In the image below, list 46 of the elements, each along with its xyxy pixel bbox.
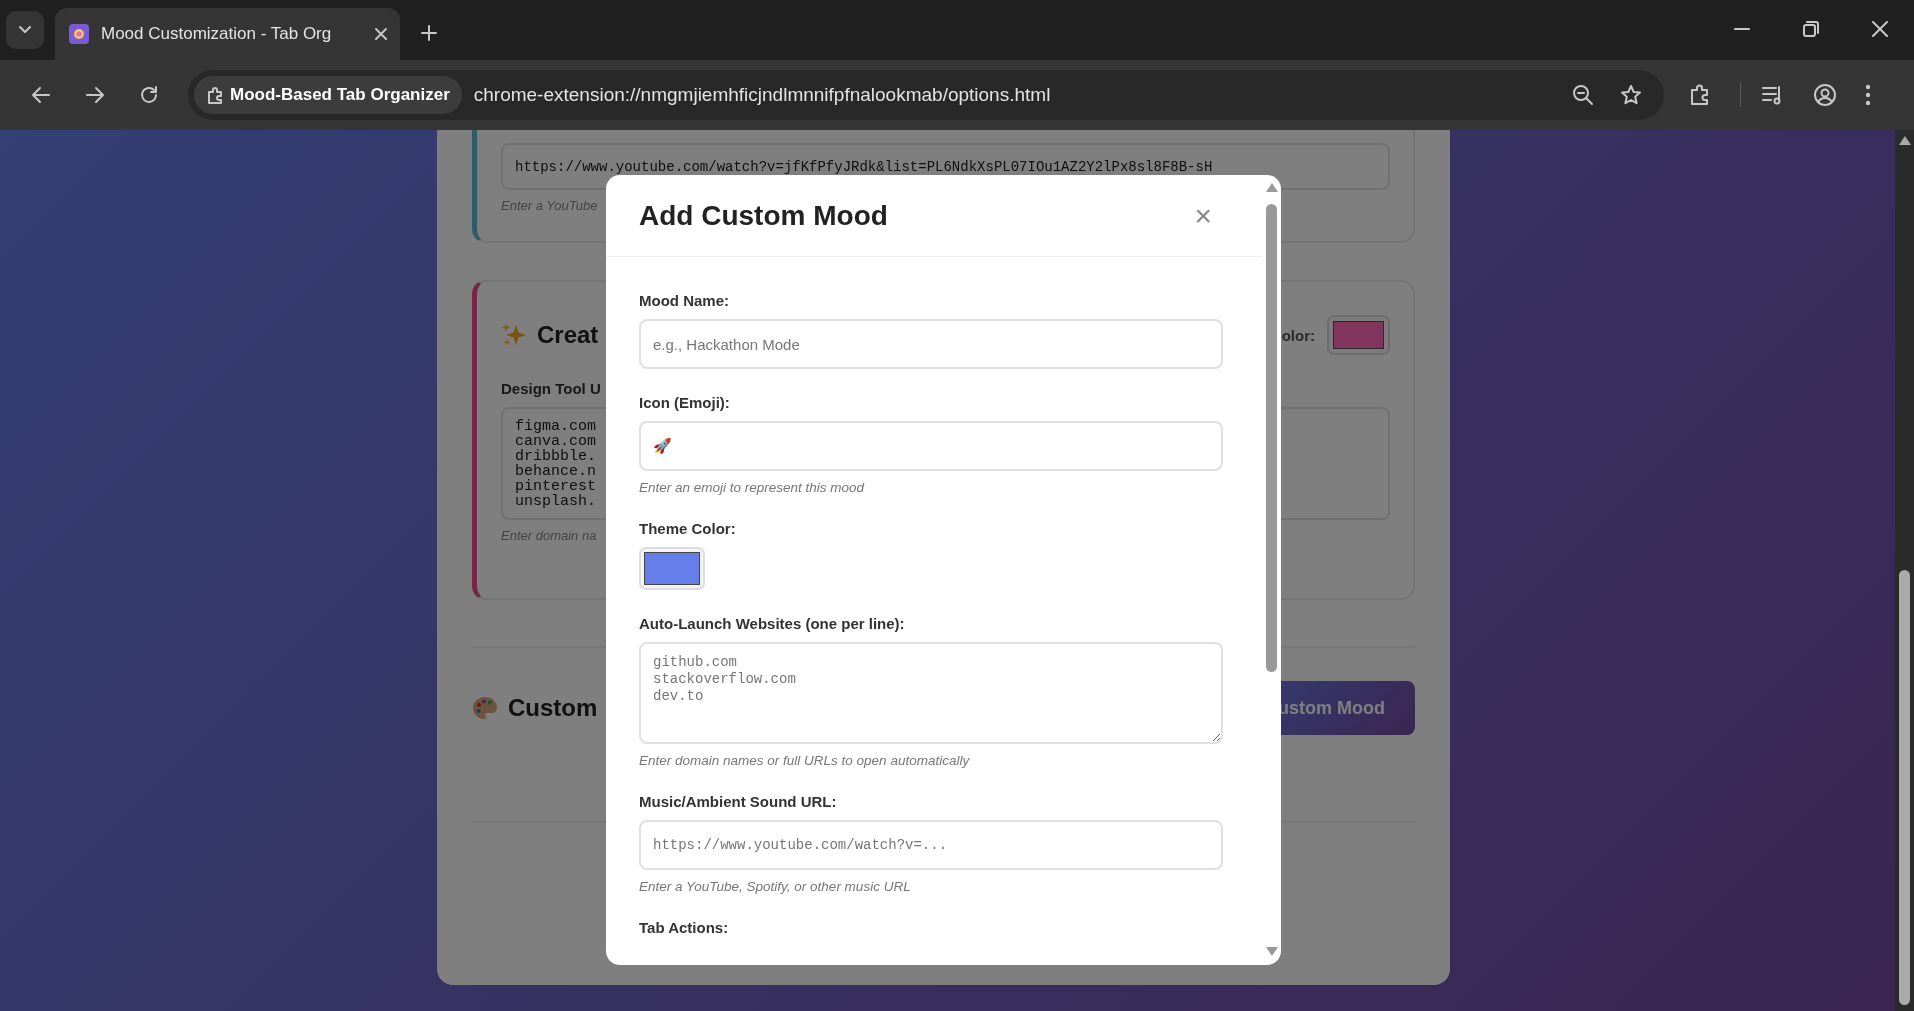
- profile-icon[interactable]: [1813, 83, 1837, 107]
- menu-icon[interactable]: [1865, 84, 1871, 106]
- browser-tab[interactable]: Mood Customization - Tab Org: [55, 8, 400, 60]
- hint-text: Enter an emoji to represent this mood: [639, 480, 866, 495]
- field-label: Music/Ambient Sound URL:: [639, 793, 838, 810]
- hint-text: Enter domain names or full URLs to open automatically: [639, 753, 971, 768]
- tab-title: Mood Customization - Tab Org: [101, 24, 333, 44]
- plus-icon[interactable]: [420, 24, 438, 42]
- puzzle-icon: [206, 86, 224, 104]
- chevron-down-icon: [18, 25, 32, 35]
- site-name: Mood-Based Tab Organizer: [230, 85, 450, 105]
- color-swatch[interactable]: [1327, 315, 1390, 355]
- close-icon[interactable]: [1871, 21, 1888, 37]
- section-heading: Tab Actions:: [639, 919, 730, 936]
- forward-arrow-icon[interactable]: [85, 86, 105, 104]
- reload-icon[interactable]: [139, 85, 159, 105]
- field-label: Icon (Emoji):: [639, 394, 731, 411]
- close-button[interactable]: ×: [1194, 200, 1212, 231]
- site-chip[interactable]: Mood-Based Tab Organizer: [194, 76, 462, 114]
- input-field[interactable]: e.g., Hackathon Mode: [639, 319, 1223, 369]
- input-field[interactable]: 🚀: [639, 421, 1223, 471]
- scrollbar[interactable]: [1895, 130, 1914, 1011]
- field-label: Mood Name:: [639, 292, 730, 309]
- sparkles-icon: [501, 322, 527, 348]
- color-label: olor:: [1281, 326, 1315, 344]
- favicon-icon: [69, 24, 89, 44]
- palette-icon: [472, 696, 498, 720]
- section-title: Custom: [508, 694, 598, 722]
- close-icon[interactable]: [374, 27, 388, 41]
- star-icon[interactable]: [1620, 84, 1642, 106]
- zoom-out-icon[interactable]: [1572, 84, 1594, 106]
- field-label: Design Tool U: [501, 380, 602, 397]
- hint-text: Enter a YouTube, Spotify, or other music URL: [639, 879, 912, 894]
- dialog-title: Add Custom Mood: [639, 199, 888, 232]
- field-label: Theme Color:: [639, 520, 737, 537]
- restore-icon[interactable]: [1802, 21, 1819, 37]
- back-arrow-icon[interactable]: [31, 86, 51, 104]
- tab-search-button[interactable]: [6, 11, 44, 49]
- hint-text: Enter a YouTube: [501, 198, 598, 213]
- address-bar[interactable]: Mood-Based Tab Organizer chrome-extension://nmgmjiemhficjndlmnnifpfnalookmab/options.html: [188, 70, 1664, 120]
- input-field[interactable]: github.com stackoverflow.com dev.to: [639, 642, 1223, 744]
- url-text: chrome-extension://nmgmjiemhficjndlmnnifpfnalookmab/options.html: [473, 84, 1052, 106]
- card-title: Creat: [537, 321, 599, 349]
- url-field[interactable]: https://www.youtube.com/watch?v=...: [639, 820, 1223, 870]
- field-label: Auto-Launch Websites (one per line):: [639, 615, 906, 632]
- hint-text: Enter domain na: [501, 528, 597, 543]
